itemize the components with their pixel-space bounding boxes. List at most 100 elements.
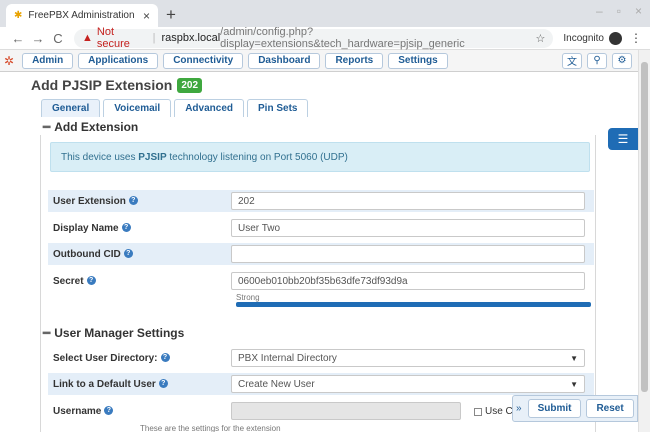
url-host: raspbx.local: [161, 32, 221, 44]
nav-dashboard[interactable]: Dashboard: [248, 52, 321, 69]
extension-badge: 202: [177, 77, 203, 93]
reset-button[interactable]: Reset: [586, 399, 634, 418]
nav-right-group: 文 ⚲ ⚙: [562, 52, 638, 69]
user-manager-heading[interactable]: ━ User Manager Settings: [43, 326, 184, 340]
action-bar: » Submit Reset: [512, 395, 638, 422]
collapse-icon: ━: [43, 120, 51, 134]
minimize-icon[interactable]: –: [596, 4, 603, 18]
secret-row: Secret? 0600eb010bb20bf35b63dfe73df93d9a: [48, 270, 594, 292]
browser-toolbar: ← → C ▲ Not secure | raspbx.local /admin…: [0, 26, 650, 50]
page-title-text: Add PJSIP Extension: [31, 77, 173, 93]
help-icon[interactable]: ?: [121, 223, 131, 233]
user-manager-heading-text: User Manager Settings: [54, 326, 185, 340]
select-user-directory-row: Select User Directory:? PBX Internal Dir…: [48, 347, 594, 369]
tab-voicemail[interactable]: Voicemail: [103, 99, 172, 117]
display-name-label-text: Display Name: [53, 222, 119, 234]
address-bar[interactable]: ▲ Not secure | raspbx.local /admin/confi…: [74, 26, 554, 50]
chevron-down-icon: ▼: [570, 353, 578, 363]
maximize-icon[interactable]: ▫: [617, 4, 621, 18]
incognito-icon[interactable]: [609, 31, 622, 45]
reload-icon[interactable]: C: [48, 31, 68, 46]
help-icon[interactable]: ?: [86, 276, 96, 286]
user-extension-label-text: User Extension: [53, 195, 126, 207]
search-icon[interactable]: ⚲: [587, 52, 607, 69]
back-icon[interactable]: ←: [8, 31, 28, 46]
display-name-input[interactable]: User Two: [231, 219, 585, 237]
select-user-directory-label: Select User Directory:?: [48, 353, 231, 364]
nav-admin[interactable]: Admin: [22, 52, 74, 69]
page-title: Add PJSIP Extension 202: [31, 77, 203, 93]
alert-suffix: technology listening on Port 5060 (UDP): [169, 151, 348, 163]
password-strength-label: Strong: [236, 293, 260, 302]
freepbx-navbar: ✲ Admin Applications Connectivity Dashbo…: [0, 50, 638, 72]
collapse-icon: ━: [43, 326, 51, 340]
close-tab-icon[interactable]: ×: [143, 9, 150, 23]
url-separator: |: [152, 32, 156, 44]
link-default-user-label-text: Link to a Default User: [53, 378, 156, 390]
user-extension-label: User Extension?: [48, 196, 231, 207]
help-icon[interactable]: ?: [123, 249, 133, 259]
freepbx-favicon-icon: ✱: [14, 10, 23, 21]
help-icon[interactable]: ?: [158, 379, 168, 389]
display-name-label: Display Name?: [48, 223, 231, 234]
gear-icon[interactable]: ⚙: [612, 52, 632, 69]
nav-connectivity[interactable]: Connectivity: [163, 52, 244, 69]
chevron-down-icon: ▼: [570, 379, 578, 389]
alert-prefix: This device uses: [61, 151, 136, 163]
tech-info-alert: This device uses PJSIP technology listen…: [50, 142, 590, 172]
new-tab-icon[interactable]: +: [166, 5, 176, 25]
tab-pin-sets[interactable]: Pin Sets: [247, 99, 309, 117]
username-label: Username?: [48, 406, 231, 417]
select-user-directory-label-text: Select User Directory:: [53, 352, 158, 364]
tab-advanced[interactable]: Advanced: [174, 99, 244, 117]
url-path: /admin/config.php?display=extensions&tec…: [220, 26, 465, 50]
nav-reports[interactable]: Reports: [325, 52, 384, 69]
user-directory-value: PBX Internal Directory: [238, 352, 337, 364]
language-icon[interactable]: 文: [562, 52, 582, 69]
form-tabs: General Voicemail Advanced Pin Sets: [41, 99, 309, 117]
browser-tab[interactable]: ✱ FreePBX Administration ×: [6, 4, 158, 27]
password-strength-bar: [236, 302, 591, 307]
forward-icon[interactable]: →: [28, 31, 48, 46]
secret-label: Secret?: [48, 276, 231, 287]
user-extension-input[interactable]: 202: [231, 192, 585, 210]
page-scrollbar[interactable]: [638, 50, 650, 432]
username-label-text: Username: [53, 405, 102, 417]
default-user-value: Create New User: [238, 378, 315, 390]
browser-tab-title: FreePBX Administration: [28, 10, 135, 21]
link-default-user-row: Link to a Default User? Create New User ▼: [48, 373, 594, 395]
scrollbar-thumb[interactable]: [641, 62, 648, 392]
collapse-actions-icon[interactable]: »: [516, 403, 522, 414]
window-close-icon[interactable]: ×: [635, 4, 642, 18]
alert-tech: PJSIP: [138, 151, 167, 163]
page-content: ✲ Admin Applications Connectivity Dashbo…: [0, 50, 638, 432]
submit-button[interactable]: Submit: [527, 399, 582, 418]
nav-applications[interactable]: Applications: [78, 52, 159, 69]
status-hint: These are the settings for the extension: [140, 424, 281, 432]
help-icon[interactable]: ?: [160, 353, 170, 363]
help-icon[interactable]: ?: [104, 406, 114, 416]
secret-label-text: Secret: [53, 275, 84, 287]
not-secure-label: Not secure: [96, 26, 130, 50]
use-custom-checkbox[interactable]: [474, 407, 482, 416]
display-name-row: Display Name? User Two: [48, 217, 594, 239]
link-default-user-label: Link to a Default User?: [48, 379, 231, 390]
secret-input[interactable]: 0600eb010bb20bf35b63dfe73df93d9a: [231, 272, 585, 290]
add-extension-heading[interactable]: ━ Add Extension: [43, 120, 138, 134]
help-icon[interactable]: ?: [128, 196, 138, 206]
default-user-select[interactable]: Create New User ▼: [231, 375, 585, 393]
incognito-label: Incognito: [563, 32, 604, 44]
bookmark-star-icon[interactable]: ☆: [536, 32, 546, 45]
username-input[interactable]: [231, 402, 461, 420]
nav-settings[interactable]: Settings: [388, 52, 448, 69]
outbound-cid-input[interactable]: [231, 245, 585, 263]
add-extension-heading-text: Add Extension: [54, 120, 139, 134]
outbound-cid-row: Outbound CID?: [48, 243, 594, 265]
side-menu-toggle-icon[interactable]: ☰: [608, 128, 638, 150]
user-extension-row: User Extension? 202: [48, 190, 594, 212]
user-directory-select[interactable]: PBX Internal Directory ▼: [231, 349, 585, 367]
tab-general[interactable]: General: [41, 99, 101, 117]
browser-menu-icon[interactable]: ⋮: [630, 31, 642, 45]
freepbx-logo-icon[interactable]: ✲: [4, 54, 14, 68]
outbound-cid-label-text: Outbound CID: [53, 248, 121, 260]
